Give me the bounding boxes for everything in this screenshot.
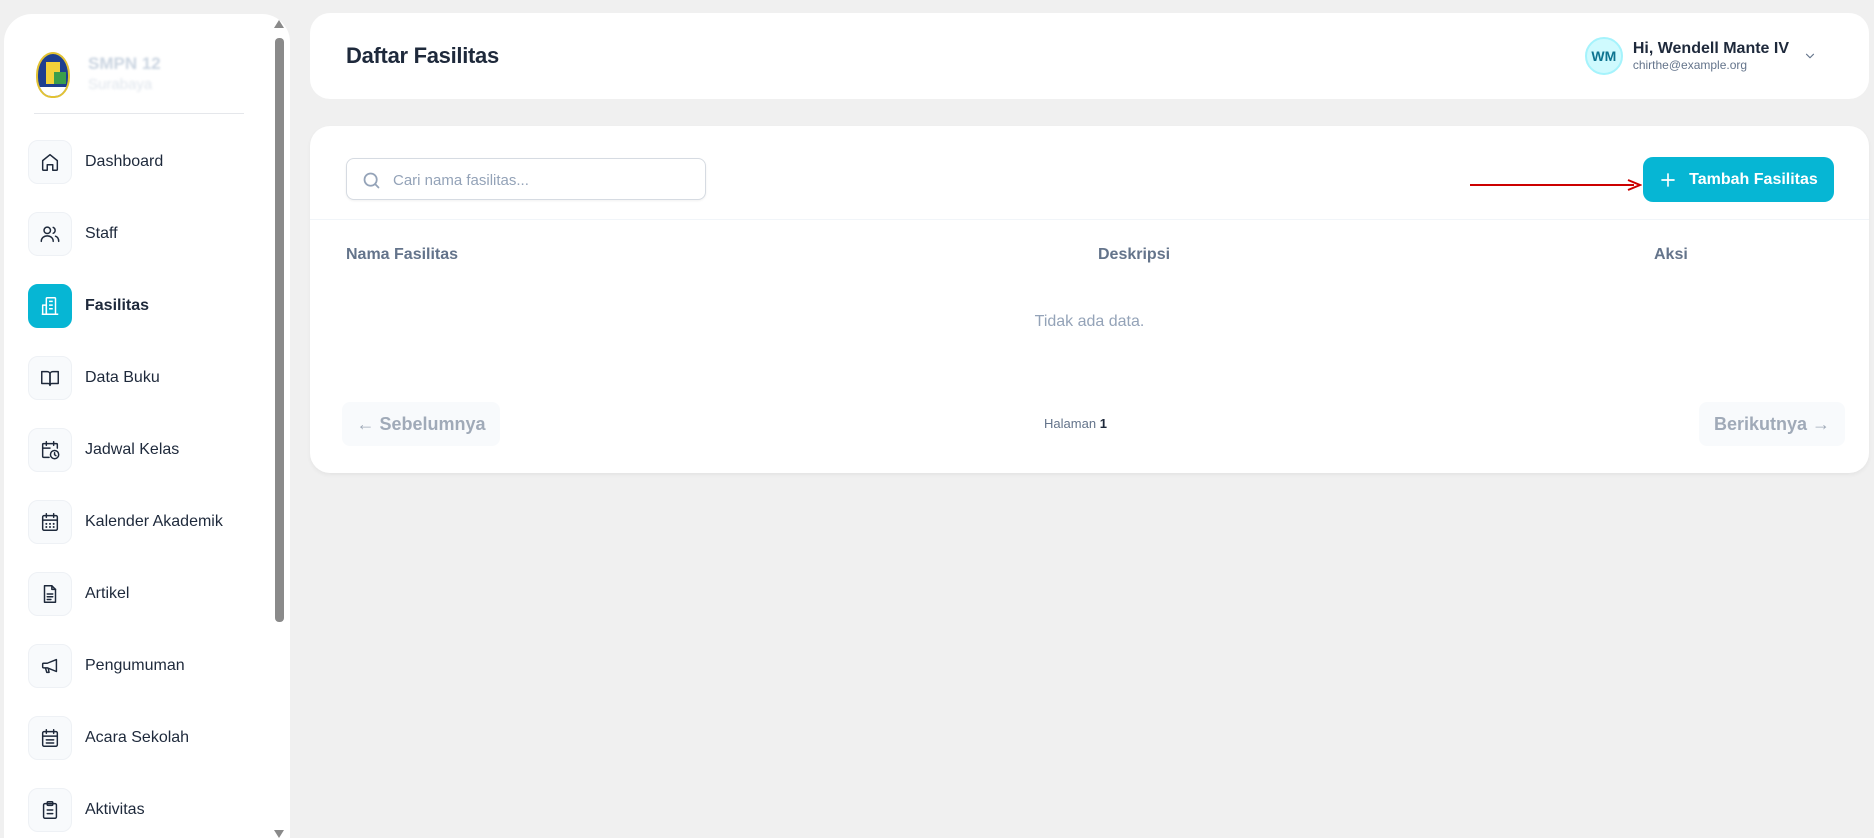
sidebar-item-label: Pengumuman — [85, 657, 185, 674]
calendar-event-icon — [28, 716, 72, 760]
brand-location: Surabaya — [88, 76, 153, 93]
scroll-up-icon[interactable] — [274, 20, 284, 28]
book-icon — [28, 356, 72, 400]
sidebar-item-fasilitas[interactable]: Fasilitas — [28, 270, 258, 342]
page-number: 1 — [1099, 416, 1107, 431]
sidebar-item-pengumuman[interactable]: Pengumuman — [28, 630, 258, 702]
sidebar-scrollbar[interactable] — [272, 14, 286, 838]
sidebar-item-label: Fasilitas — [85, 297, 150, 314]
sidebar-item-label: Jadwal Kelas — [85, 441, 180, 458]
brand-name: SMPN 12 — [88, 54, 161, 73]
sidebar-item-label: Acara Sekolah — [85, 729, 190, 746]
avatar: WM — [1584, 37, 1623, 75]
sidebar-item-artikel[interactable]: Artikel — [28, 558, 258, 630]
sidebar-item-jadwal-kelas[interactable]: Jadwal Kelas — [28, 414, 258, 486]
sidebar-item-data-buku[interactable]: Data Buku — [28, 342, 258, 414]
search-box[interactable] — [346, 158, 706, 200]
user-email: chirthe@example.org — [1632, 58, 1748, 72]
megaphone-icon — [28, 644, 72, 688]
sidebar-item-dashboard[interactable]: Dashboard — [28, 126, 258, 198]
column-header-description[interactable]: Deskripsi — [1098, 246, 1170, 264]
sidebar-nav: Dashboard Staff Fasilitas Data Buku Jadw… — [28, 126, 258, 838]
chevron-down-icon[interactable] — [1803, 49, 1817, 63]
page-title: Daftar Fasilitas — [346, 43, 499, 68]
column-header-actions: Aksi — [1654, 246, 1688, 263]
building-icon — [28, 284, 72, 328]
sidebar: SMPN 12 Surabaya Dashboard Staff Fasilit… — [4, 14, 290, 838]
sidebar-item-label: Kalender Akademik — [85, 513, 223, 530]
sidebar-item-label: Artikel — [85, 585, 130, 602]
clipboard-icon — [28, 788, 72, 832]
add-facility-button[interactable]: Tambah Fasilitas — [1643, 157, 1834, 202]
user-menu[interactable]: WM Hi, Wendell Mante IV chirthe@example.… — [1584, 37, 1817, 75]
users-icon — [28, 212, 72, 256]
search-icon — [363, 172, 380, 189]
school-logo — [36, 52, 70, 98]
document-icon — [28, 572, 72, 616]
scrollbar-thumb[interactable] — [275, 38, 284, 622]
column-header-name[interactable]: Nama Fasilitas — [346, 246, 458, 264]
sidebar-item-label: Dashboard — [85, 153, 164, 170]
empty-state: Tidak ada data. — [1034, 313, 1145, 330]
sidebar-item-kalender-akademik[interactable]: Kalender Akademik — [28, 486, 258, 558]
user-greeting: Hi, Wendell Mante IV — [1632, 40, 1789, 57]
home-icon — [28, 140, 72, 184]
scroll-down-icon[interactable] — [274, 830, 284, 838]
search-input[interactable] — [393, 167, 693, 193]
sidebar-item-acara-sekolah[interactable]: Acara Sekolah — [28, 702, 258, 774]
sidebar-item-label: Staff — [85, 225, 118, 242]
sidebar-item-aktivitas[interactable]: Aktivitas — [28, 774, 258, 838]
facilities-card: Tambah Fasilitas Nama Fasilitas Deskrips… — [310, 126, 1869, 473]
sidebar-item-staff[interactable]: Staff — [28, 198, 258, 270]
toolbar: Tambah Fasilitas — [310, 126, 1869, 220]
calendar-clock-icon — [28, 428, 72, 472]
page-indicator: Halaman 1 — [310, 416, 1869, 431]
plus-icon — [1661, 172, 1675, 187]
sidebar-item-label: Data Buku — [85, 369, 160, 386]
sidebar-brand[interactable]: SMPN 12 Surabaya — [34, 34, 244, 114]
page-label: Halaman — [1044, 416, 1097, 431]
next-page-button[interactable]: Berikutnya → — [1699, 402, 1845, 446]
add-facility-label: Tambah Fasilitas — [1689, 170, 1818, 188]
sidebar-item-label: Aktivitas — [85, 801, 145, 818]
annotation-arrow — [1470, 179, 1642, 191]
calendar-icon — [28, 500, 72, 544]
page-header: Daftar Fasilitas WM Hi, Wendell Mante IV… — [310, 13, 1869, 99]
